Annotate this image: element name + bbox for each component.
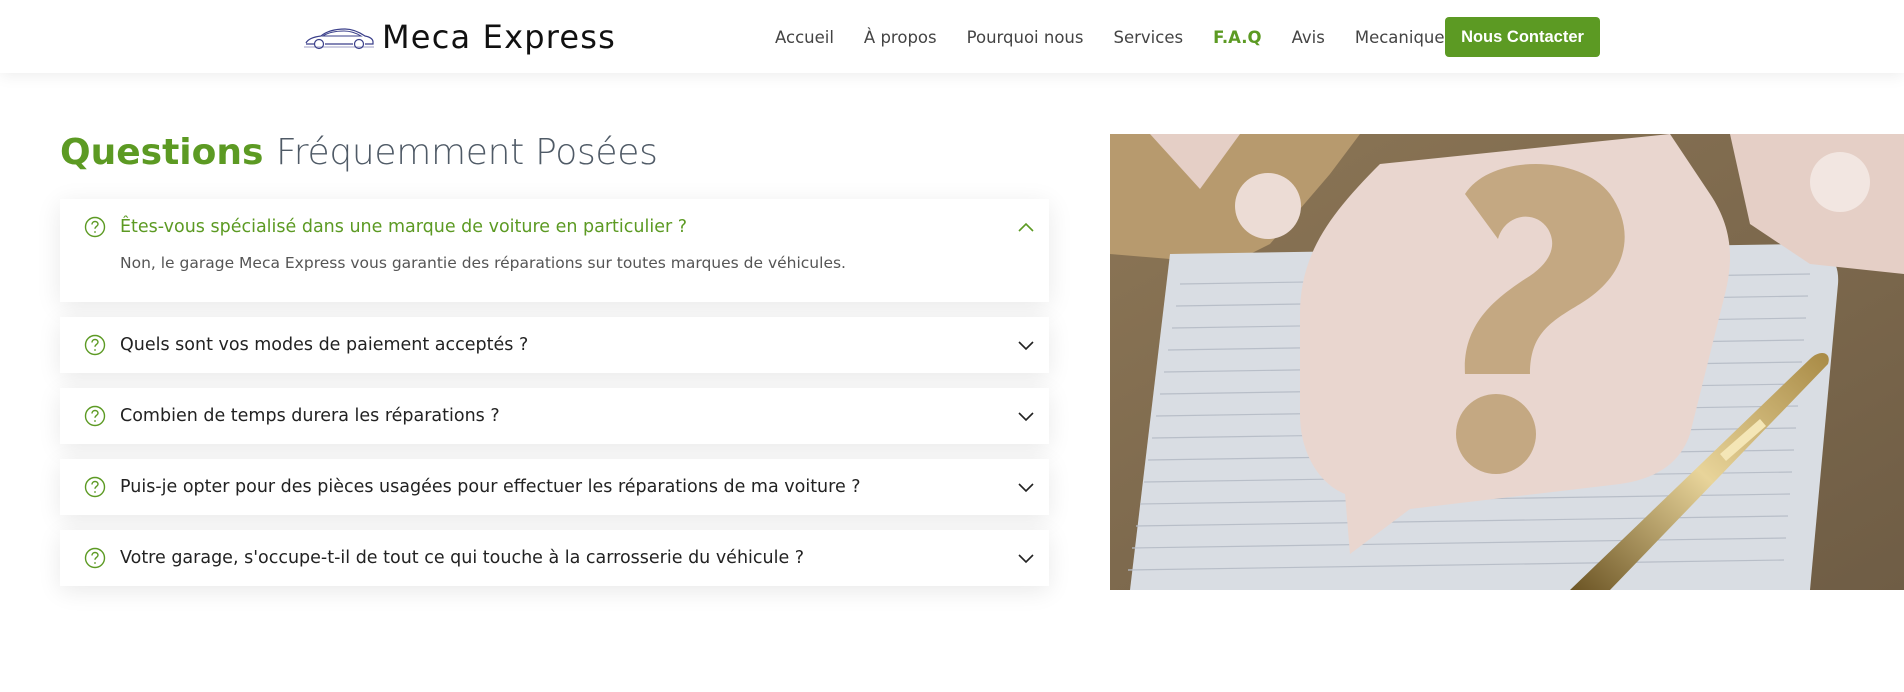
main-nav: Accueil À propos Pourquoi nous Services …: [775, 17, 1491, 57]
faq-question-text: Êtes-vous spécialisé dans une marque de …: [120, 217, 688, 237]
faq-title-strong: Questions: [60, 132, 264, 173]
nav-faq[interactable]: F.A.Q: [1213, 28, 1262, 47]
faq-item: Êtes-vous spécialisé dans une marque de …: [60, 199, 1049, 302]
faq-illustration-image: [1110, 134, 1904, 590]
faq-answer-text: Non, le garage Meca Express vous garanti…: [120, 254, 846, 272]
nav-mecanique-label: Mecanique: [1354, 27, 1445, 47]
site-header: Meca Express Accueil À propos Pourquoi n…: [0, 0, 1904, 73]
question-circle-icon: [84, 334, 106, 356]
question-circle-icon: [84, 547, 106, 569]
faq-question-text: Quels sont vos modes de paiement accepté…: [120, 335, 529, 355]
faq-title: Questions Fréquemment Posées: [60, 129, 658, 177]
brand-name: Meca Express: [382, 18, 617, 56]
contact-button[interactable]: Nous Contacter: [1445, 17, 1600, 57]
faq-item: Combien de temps durera les réparations …: [60, 388, 1049, 444]
faq-question-text: Puis-je opter pour des pièces usagées po…: [120, 477, 861, 497]
nav-pourquoi-nous[interactable]: Pourquoi nous: [967, 28, 1084, 47]
chevron-down-icon[interactable]: [1017, 552, 1035, 564]
nav-a-propos[interactable]: À propos: [864, 28, 937, 47]
chevron-up-icon[interactable]: [1017, 221, 1035, 233]
question-circle-icon: [84, 405, 106, 427]
chevron-down-icon[interactable]: [1017, 481, 1035, 493]
nav-avis[interactable]: Avis: [1292, 28, 1325, 47]
faq-question-toggle[interactable]: Quels sont vos modes de paiement accepté…: [60, 317, 1049, 373]
faq-question-toggle[interactable]: Combien de temps durera les réparations …: [60, 388, 1049, 444]
chevron-down-icon[interactable]: [1017, 339, 1035, 351]
faq-question-text: Votre garage, s'occupe-t-il de tout ce q…: [120, 548, 805, 568]
question-circle-icon: [84, 476, 106, 498]
question-circle-icon: [84, 216, 106, 238]
nav-services[interactable]: Services: [1113, 28, 1183, 47]
faq-accordion: Êtes-vous spécialisé dans une marque de …: [60, 199, 1049, 601]
chevron-down-icon[interactable]: [1017, 410, 1035, 422]
faq-item: Votre garage, s'occupe-t-il de tout ce q…: [60, 530, 1049, 586]
faq-question-text: Combien de temps durera les réparations …: [120, 406, 500, 426]
car-outline-icon: [304, 28, 374, 50]
faq-question-toggle[interactable]: Votre garage, s'occupe-t-il de tout ce q…: [60, 530, 1049, 586]
faq-item: Quels sont vos modes de paiement accepté…: [60, 317, 1049, 373]
faq-question-toggle[interactable]: Puis-je opter pour des pièces usagées po…: [60, 459, 1049, 515]
question-mark-photo: [1110, 134, 1904, 590]
brand-logo[interactable]: Meca Express: [303, 18, 616, 56]
faq-question-toggle[interactable]: Êtes-vous spécialisé dans une marque de …: [60, 199, 1049, 255]
faq-item: Puis-je opter pour des pièces usagées po…: [60, 459, 1049, 515]
nav-accueil[interactable]: Accueil: [775, 28, 834, 47]
faq-title-light: Fréquemment Posées: [275, 132, 658, 173]
